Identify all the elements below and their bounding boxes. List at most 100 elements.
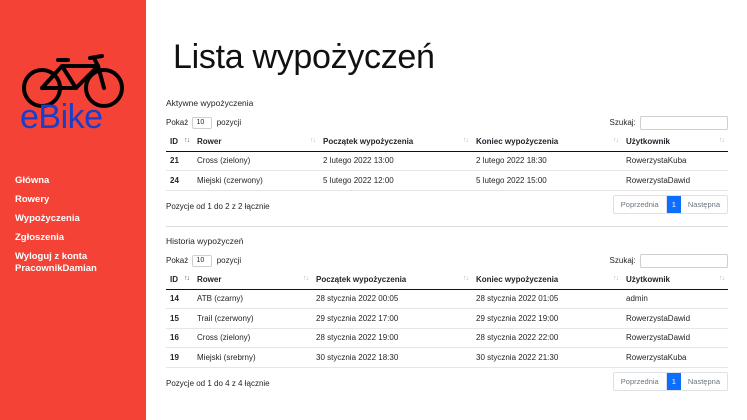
rental-history-table: ID ↑↓ Rower ↑↓ Początek wypożyczenia ↑↓ Kon…: [166, 271, 728, 368]
column-header-id[interactable]: ID ↑↓: [166, 271, 193, 290]
cell-bike: Trail (czerwony): [193, 308, 312, 329]
sort-arrows-icon: ↑↓: [719, 275, 725, 282]
pagination-next-button[interactable]: Następna: [681, 373, 727, 390]
table-header-row: ID ↑↓ Rower ↑↓ Początek wypożyczenia ↑↓ Kon…: [166, 133, 728, 152]
page-length-control: Pokaż 10 pozycji: [166, 255, 241, 267]
table-row[interactable]: 16 Cross (zielony) 28 stycznia 2022 19:0…: [166, 328, 728, 348]
table-row[interactable]: 21 Cross (zielony) 2 lutego 2022 13:00 2…: [166, 151, 728, 171]
cell-start: 2 lutego 2022 13:00: [319, 151, 472, 171]
pagination-page-button[interactable]: 1: [666, 196, 681, 213]
column-header-id[interactable]: ID ↑↓: [166, 133, 193, 152]
cell-end: 28 stycznia 2022 22:00: [472, 328, 622, 348]
cell-bike: Miejski (czerwony): [193, 170, 319, 191]
cell-id: 21: [166, 151, 193, 171]
nav-item-bikes[interactable]: Rowery: [15, 194, 146, 206]
sort-arrows-icon: ↑↓: [310, 137, 316, 144]
pagination-page-button[interactable]: 1: [666, 373, 681, 390]
cell-end: 5 lutego 2022 15:00: [472, 170, 622, 191]
cell-id: 14: [166, 289, 193, 309]
search-label: Szukaj:: [609, 118, 636, 128]
pagination-prev-button[interactable]: Poprzednia: [614, 196, 667, 213]
cell-end: 29 stycznia 2022 19:00: [472, 308, 622, 329]
cell-id: 19: [166, 347, 193, 368]
column-header-bike[interactable]: Rower ↑↓: [193, 133, 319, 152]
table-controls: Pokaż 10 pozycji Szukaj:: [166, 116, 728, 130]
length-label-suffix: pozycji: [216, 118, 242, 128]
sort-arrows-icon: ↑↓: [719, 137, 725, 144]
page-length-select[interactable]: 10: [192, 255, 213, 267]
search-control: Szukaj:: [610, 254, 728, 268]
sort-arrows-icon: ↑↓: [184, 137, 190, 144]
pagination-next-button[interactable]: Następna: [681, 196, 727, 213]
nav-item-reports[interactable]: Zgłoszenia: [15, 232, 146, 244]
length-label-suffix: pozycji: [216, 256, 242, 266]
table-info: Pozycje od 1 do 2 z 2 łącznie: [166, 202, 270, 211]
cell-user: RowerzystaDawid: [622, 308, 728, 329]
column-header-start[interactable]: Początek wypożyczenia ↑↓: [312, 271, 472, 290]
length-label-prefix: Pokaż: [166, 118, 189, 128]
column-header-user[interactable]: Użytkownik ↑↓: [622, 133, 728, 152]
cell-start: 5 lutego 2022 12:00: [319, 170, 472, 191]
sort-arrows-icon: ↑↓: [613, 137, 619, 144]
table-controls: Pokaż 10 pozycji Szukaj:: [166, 254, 728, 268]
table-row[interactable]: 14 ATB (czarny) 28 stycznia 2022 00:05 2…: [166, 289, 728, 309]
table-row[interactable]: 24 Miejski (czerwony) 5 lutego 2022 12:0…: [166, 170, 728, 191]
nav-item-rentals[interactable]: Wypożyczenia: [15, 213, 146, 225]
cell-end: 2 lutego 2022 18:30: [472, 151, 622, 171]
sort-arrows-icon: ↑↓: [463, 275, 469, 282]
cell-user: admin: [622, 289, 728, 309]
sort-arrows-icon: ↑↓: [613, 275, 619, 282]
sort-arrows-icon: ↑↓: [303, 275, 309, 282]
cell-start: 28 stycznia 2022 19:00: [312, 328, 472, 348]
search-control: Szukaj:: [610, 116, 728, 130]
sort-arrows-icon: ↑↓: [184, 275, 190, 282]
sidebar-nav: Główna Rowery Wypożyczenia Zgłoszenia Wy…: [15, 175, 146, 282]
table-header-row: ID ↑↓ Rower ↑↓ Początek wypożyczenia ↑↓ Kon…: [166, 271, 728, 290]
cell-user: RowerzystaKuba: [622, 347, 728, 368]
page-length-select[interactable]: 10: [192, 117, 213, 129]
table-row[interactable]: 19 Miejski (srebrny) 30 stycznia 2022 18…: [166, 347, 728, 368]
length-label-prefix: Pokaż: [166, 256, 189, 266]
search-input[interactable]: [640, 254, 728, 268]
column-header-bike[interactable]: Rower ↑↓: [193, 271, 312, 290]
table-row[interactable]: 15 Trail (czerwony) 29 stycznia 2022 17:…: [166, 308, 728, 329]
column-header-end[interactable]: Koniec wypożyczenia ↑↓: [472, 271, 622, 290]
sort-arrows-icon: ↑↓: [463, 137, 469, 144]
brand-logo[interactable]: eBike: [18, 52, 128, 136]
cell-start: 28 stycznia 2022 00:05: [312, 289, 472, 309]
cell-end: 30 stycznia 2022 21:30: [472, 347, 622, 368]
nav-item-home[interactable]: Główna: [15, 175, 146, 187]
section-divider: [166, 226, 728, 227]
column-header-start[interactable]: Początek wypożyczenia ↑↓: [319, 133, 472, 152]
cell-user: RowerzystaDawid: [622, 170, 728, 191]
page-length-control: Pokaż 10 pozycji: [166, 117, 241, 129]
table-info: Pozycje od 1 do 4 z 4 łącznie: [166, 379, 270, 388]
search-input[interactable]: [640, 116, 728, 130]
cell-bike: Cross (zielony): [193, 151, 319, 171]
cell-user: RowerzystaDawid: [622, 328, 728, 348]
cell-start: 30 stycznia 2022 18:30: [312, 347, 472, 368]
cell-bike: ATB (czarny): [193, 289, 312, 309]
pagination-prev-button[interactable]: Poprzednia: [614, 373, 667, 390]
cell-user: RowerzystaKuba: [622, 151, 728, 171]
pagination: Poprzednia 1 Następna: [612, 195, 728, 214]
cell-id: 16: [166, 328, 193, 348]
active-rentals-table: ID ↑↓ Rower ↑↓ Początek wypożyczenia ↑↓ Kon…: [166, 133, 728, 191]
search-label: Szukaj:: [609, 256, 636, 266]
column-header-end[interactable]: Koniec wypożyczenia ↑↓: [472, 133, 622, 152]
section-title: Aktywne wypożyczenia: [166, 98, 254, 108]
cell-bike: Miejski (srebrny): [193, 347, 312, 368]
page-title: Lista wypożyczeń: [173, 38, 435, 76]
column-header-user[interactable]: Użytkownik ↑↓: [622, 271, 728, 290]
cell-id: 15: [166, 308, 193, 329]
nav-item-logout[interactable]: Wyloguj z konta PracownikDamian: [15, 251, 146, 275]
cell-end: 28 stycznia 2022 01:05: [472, 289, 622, 309]
brand-logo-text: eBike: [20, 98, 103, 136]
section-title: Historia wypożyczeń: [166, 236, 244, 246]
cell-bike: Cross (zielony): [193, 328, 312, 348]
cell-start: 29 stycznia 2022 17:00: [312, 308, 472, 329]
cell-id: 24: [166, 170, 193, 191]
sidebar: eBike Główna Rowery Wypożyczenia Zgłosze…: [0, 0, 146, 420]
main-content: Lista wypożyczeń Aktywne wypożyczenia Po…: [146, 0, 747, 420]
pagination: Poprzednia 1 Następna: [612, 372, 728, 391]
